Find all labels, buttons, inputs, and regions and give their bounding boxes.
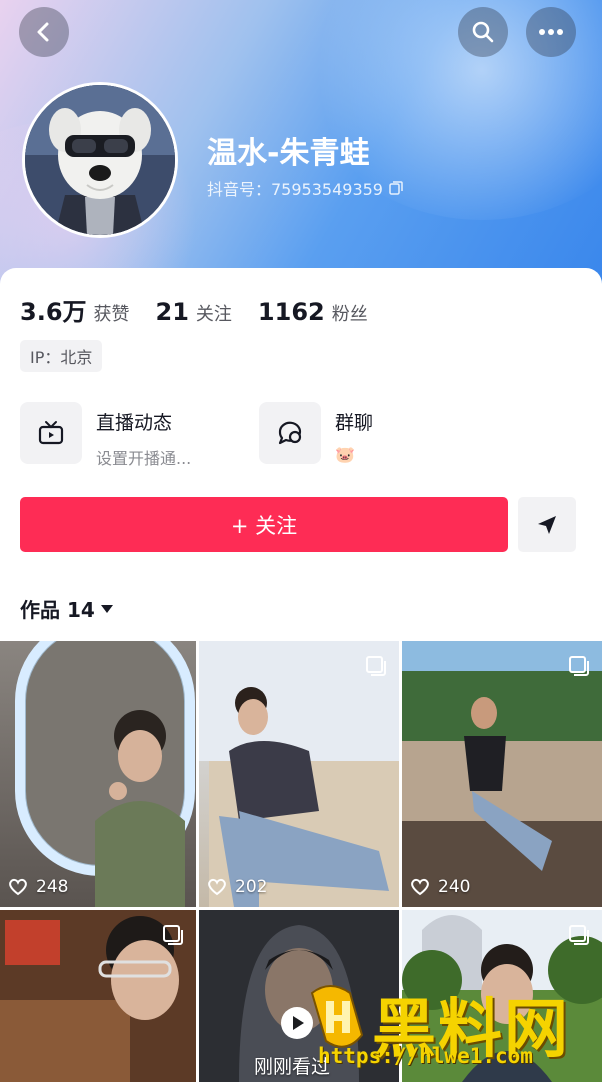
send-arrow-icon bbox=[538, 515, 556, 534]
multi-image-icon bbox=[163, 925, 183, 945]
feature-icon-box bbox=[20, 402, 82, 464]
work-likes-count: 202 bbox=[235, 877, 268, 897]
heart-icon bbox=[9, 878, 27, 896]
work-likes: 248 bbox=[8, 877, 68, 897]
send-message-button[interactable] bbox=[518, 497, 576, 552]
avatar[interactable] bbox=[22, 82, 178, 238]
chevron-left-icon bbox=[37, 22, 49, 42]
group-chat-emoji: 🐷 bbox=[335, 445, 355, 464]
work-item[interactable]: 202 bbox=[199, 641, 399, 907]
search-button[interactable] bbox=[458, 7, 508, 57]
work-thumbnail bbox=[199, 641, 399, 907]
work-likes: 202 bbox=[207, 877, 267, 897]
following-label: 关注 bbox=[195, 304, 232, 325]
multi-image-icon bbox=[569, 656, 589, 676]
douyin-id-text: 抖音号：75953549359 bbox=[207, 180, 383, 199]
follow-button[interactable]: + 关注 bbox=[20, 497, 508, 552]
chat-bubble-icon bbox=[278, 421, 302, 445]
works-tab[interactable]: 作品 14 bbox=[20, 594, 113, 623]
dog-avatar-image bbox=[25, 85, 175, 235]
work-likes: 240 bbox=[410, 877, 470, 897]
search-icon bbox=[472, 21, 494, 43]
more-dots-icon bbox=[539, 29, 563, 35]
group-chat-title: 群聊 bbox=[335, 412, 374, 434]
following-count[interactable]: 21 bbox=[156, 298, 189, 326]
copy-icon[interactable] bbox=[389, 181, 403, 195]
caret-down-icon bbox=[100, 604, 113, 613]
profile-nickname: 温水-朱青蛙 bbox=[207, 136, 370, 171]
profile-stats: 3.6万 获赞 21 关注 1162 粉丝 bbox=[20, 292, 394, 327]
likes-label: 获赞 bbox=[93, 304, 130, 325]
works-tab-label: 作品 14 bbox=[20, 598, 95, 622]
work-item[interactable]: 240 bbox=[402, 641, 602, 907]
watermark-url: https://hlwe1.com bbox=[318, 1044, 533, 1068]
more-options-button[interactable] bbox=[526, 7, 576, 57]
multi-image-icon bbox=[569, 925, 589, 945]
douyin-id[interactable]: 抖音号：75953549359 bbox=[207, 176, 403, 200]
likes-count[interactable]: 3.6万 bbox=[20, 292, 87, 327]
live-dynamics-entry[interactable]: 直播动态 设置开播通... bbox=[20, 402, 191, 469]
ip-location-tag: IP：北京 bbox=[20, 340, 103, 372]
work-item[interactable] bbox=[0, 910, 196, 1082]
heart-icon bbox=[411, 878, 429, 896]
work-thumbnail bbox=[15, 641, 195, 907]
work-likes-count: 248 bbox=[36, 877, 69, 897]
work-item[interactable]: 248 bbox=[0, 641, 196, 907]
back-button[interactable] bbox=[19, 7, 69, 57]
work-thumbnail bbox=[402, 641, 602, 907]
live-dynamics-subtitle: 设置开播通... bbox=[96, 449, 192, 468]
multi-image-icon bbox=[366, 656, 386, 676]
followers-label: 粉丝 bbox=[331, 304, 368, 325]
heart-icon bbox=[208, 878, 226, 896]
feature-icon-box bbox=[259, 402, 321, 464]
live-dynamics-title: 直播动态 bbox=[96, 412, 173, 434]
work-likes-count: 240 bbox=[438, 877, 471, 897]
followers-count[interactable]: 1162 bbox=[258, 298, 325, 326]
tv-icon bbox=[38, 421, 64, 445]
group-chat-entry[interactable]: 群聊 🐷 bbox=[259, 402, 373, 464]
